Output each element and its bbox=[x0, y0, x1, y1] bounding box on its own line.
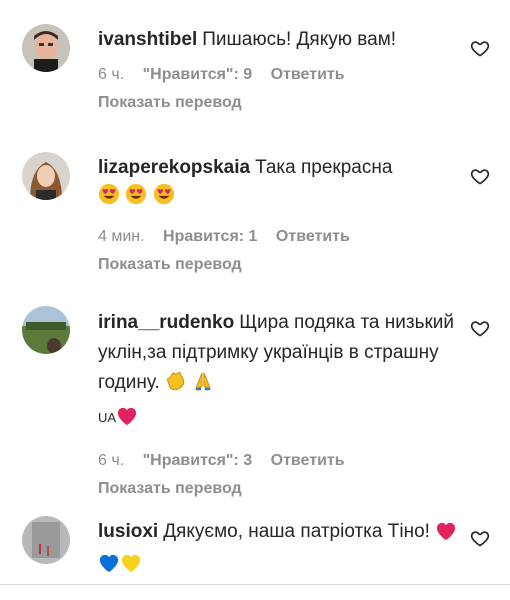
comment-text: Дякуємо, наша патріотка Тіно! bbox=[163, 521, 430, 542]
comment-text-suffix: UA bbox=[98, 410, 117, 425]
reply-button[interactable]: Ответить bbox=[271, 66, 345, 83]
comment-list: ivanshtibel Пишаюсь! Дякую вам! 6 ч. "Нра… bbox=[0, 0, 510, 600]
yellow-heart-emoji bbox=[120, 553, 142, 582]
avatar[interactable] bbox=[22, 306, 70, 354]
comment-username[interactable]: lusioxi bbox=[98, 521, 158, 542]
like-heart-icon[interactable] bbox=[470, 318, 490, 338]
reply-button[interactable]: Ответить bbox=[271, 452, 345, 469]
avatar[interactable] bbox=[22, 152, 70, 200]
comment-username[interactable]: ivanshtibel bbox=[98, 29, 197, 50]
comment-time[interactable]: 4 мин. bbox=[98, 228, 145, 245]
like-heart-icon[interactable] bbox=[470, 166, 490, 186]
heart-eyes-emoji bbox=[98, 183, 120, 214]
clapping-hands-emoji bbox=[165, 370, 187, 402]
avatar[interactable] bbox=[22, 24, 70, 72]
show-translation-button[interactable]: Показать перевод bbox=[98, 254, 468, 276]
comment-username[interactable]: irina__rudenko bbox=[98, 312, 234, 333]
comment-time[interactable]: 6 ч. bbox=[98, 66, 124, 83]
folded-hands-emoji bbox=[192, 370, 214, 402]
comment-username[interactable]: lizaperekopskaia bbox=[98, 157, 250, 178]
comment-likes[interactable]: Нравится: 1 bbox=[163, 228, 257, 245]
comment-likes[interactable]: "Нравится": 9 bbox=[143, 66, 253, 83]
comment-likes[interactable]: "Нравится": 3 bbox=[143, 452, 253, 469]
reply-button[interactable]: Ответить bbox=[276, 228, 350, 245]
show-translation-button[interactable]: Показать перевод bbox=[98, 478, 468, 500]
comment-time[interactable]: 6 ч. bbox=[98, 452, 124, 469]
comment-text: Така прекрасна bbox=[255, 157, 393, 178]
emoji-row bbox=[98, 182, 468, 214]
blue-heart-emoji bbox=[98, 553, 120, 582]
red-heart-emoji bbox=[435, 521, 457, 550]
like-heart-icon[interactable] bbox=[470, 528, 490, 548]
divider bbox=[0, 584, 510, 585]
heart-eyes-emoji bbox=[125, 183, 147, 214]
heart-eyes-emoji bbox=[153, 183, 175, 214]
show-translation-button[interactable]: Показать перевод bbox=[98, 92, 468, 114]
red-heart-emoji bbox=[116, 406, 138, 436]
avatar[interactable] bbox=[22, 516, 70, 564]
comment-text: Пишаюсь! Дякую вам! bbox=[202, 29, 397, 50]
like-heart-icon[interactable] bbox=[470, 38, 490, 58]
